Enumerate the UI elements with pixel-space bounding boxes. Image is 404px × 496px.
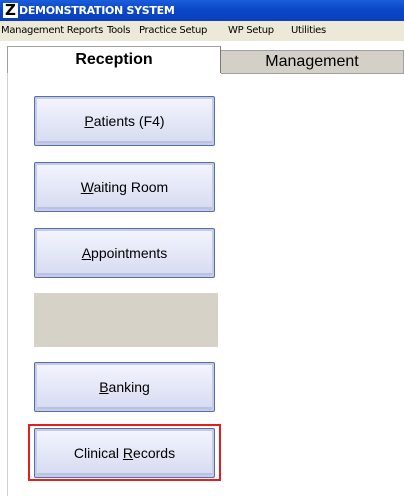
menu-wp-setup[interactable]: WP Setup — [228, 21, 274, 41]
appointments-button-label: ppointments — [91, 245, 168, 261]
banking-button-label: anking — [108, 379, 150, 395]
waiting-room-button-label: aiting Room — [93, 179, 169, 195]
tab-reception[interactable]: Reception — [7, 46, 221, 73]
appointments-button-hotkey: A — [81, 245, 92, 261]
empty-button-slot — [34, 293, 218, 347]
window-title: DEMONSTRATION SYSTEM — [19, 4, 175, 17]
menu-bar: Management Reports Tools Practice Setup … — [0, 21, 404, 41]
menu-utilities[interactable]: Utilities — [291, 21, 326, 41]
patients-button-label: atients (F4) — [93, 113, 165, 129]
menu-tools[interactable]: Tools — [107, 21, 130, 41]
waiting-room-button-hotkey: W — [80, 179, 94, 195]
title-bar: Z DEMONSTRATION SYSTEM — [0, 0, 404, 21]
waiting-room-button[interactable]: Waiting Room — [34, 162, 215, 212]
app-logo-icon: Z — [3, 1, 18, 19]
panel-border — [7, 73, 8, 496]
tab-management[interactable]: Management — [221, 50, 404, 73]
menu-practice-setup[interactable]: Practice Setup — [139, 21, 207, 41]
banking-button-hotkey: B — [99, 379, 109, 395]
patients-button-hotkey: P — [84, 113, 94, 129]
tab-divider — [221, 73, 404, 74]
highlight-outline — [28, 424, 221, 481]
patients-button[interactable]: Patients (F4) — [34, 96, 215, 146]
banking-button[interactable]: Banking — [34, 362, 215, 412]
app-logo-glyph: Z — [5, 1, 16, 19]
menu-management-reports[interactable]: Management Reports — [1, 21, 103, 41]
appointments-button[interactable]: Appointments — [34, 228, 215, 278]
